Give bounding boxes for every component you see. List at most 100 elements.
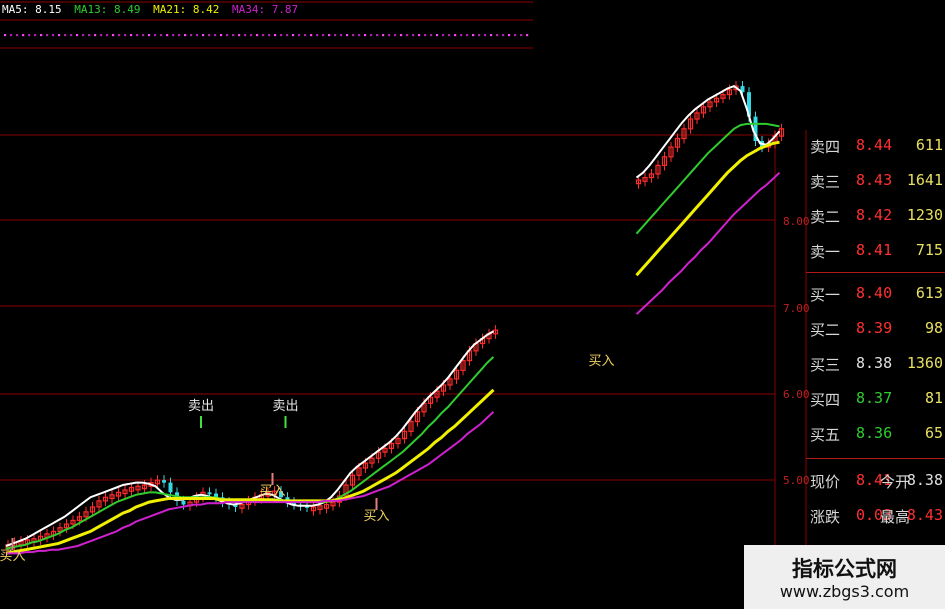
sell-row: 卖三 8.43 1641 xyxy=(806,171,945,193)
buy-volume: 65 xyxy=(924,424,943,442)
signal-markers: 买入卖出 卖出买入买入买入 xyxy=(0,354,615,564)
ma-dot xyxy=(526,34,529,37)
ma-dot xyxy=(208,34,211,37)
stat-label: 涨跌 xyxy=(810,508,841,526)
ma-dot xyxy=(352,34,355,37)
ma-dot xyxy=(334,34,337,37)
candle-body xyxy=(207,492,212,495)
sell-price: 8.44 xyxy=(856,136,893,154)
ma-dot xyxy=(118,34,121,37)
ma-dot xyxy=(172,34,175,37)
sell-row: 卖一 8.41 715 xyxy=(806,241,945,263)
ma-dot xyxy=(466,34,469,37)
ma-dot xyxy=(82,34,85,37)
stat-row: 涨跌 0.03 最高 8.43 xyxy=(806,506,945,528)
ma-dot xyxy=(256,34,259,37)
ma-dot xyxy=(418,34,421,37)
sell-price: 8.41 xyxy=(856,241,893,259)
ma-dot xyxy=(340,34,343,37)
ma-dot xyxy=(148,34,151,37)
ma-dot xyxy=(10,34,13,37)
ma-dot xyxy=(400,34,403,37)
buy-volume: 81 xyxy=(924,389,943,407)
ma-dot xyxy=(292,34,295,37)
ma-dot xyxy=(304,34,307,37)
ma-dot xyxy=(268,34,271,37)
ma-dot xyxy=(100,34,103,37)
buy-volume: 613 xyxy=(915,284,943,302)
ma-lines xyxy=(5,84,781,555)
signal-label: 卖出 xyxy=(272,399,298,414)
sell-volume: 1230 xyxy=(906,206,943,224)
ma-dot xyxy=(34,34,37,37)
buy-price: 8.37 xyxy=(856,389,893,407)
watermark-url: www.zbgs3.com xyxy=(779,582,910,601)
ma-dot xyxy=(460,34,463,37)
ma-dot xyxy=(376,34,379,37)
ma-dot xyxy=(382,34,385,37)
ma-dot xyxy=(262,34,265,37)
sell-price: 8.43 xyxy=(856,171,893,189)
ma-dot xyxy=(28,34,31,37)
order-book-panel: 卖四 8.44 611 卖三 8.43 1641 卖二 8.42 1230 卖一… xyxy=(806,132,945,572)
buy-label: 买五 xyxy=(810,426,841,444)
sell-volume: 611 xyxy=(915,136,943,154)
ma-dot xyxy=(94,34,97,37)
buy-label: 买一 xyxy=(810,286,841,304)
ma-dot xyxy=(166,34,169,37)
sell-label: 卖一 xyxy=(810,243,841,261)
ma-dot xyxy=(64,34,67,37)
stat-value-2: 8.43 xyxy=(906,506,943,524)
ma-dot xyxy=(4,34,7,37)
ma-dot xyxy=(508,34,511,37)
stat-row: 现价 8.41 今开 8.38 xyxy=(806,471,945,493)
candle-body xyxy=(181,500,186,505)
ma21-label: MA21: 8.42 xyxy=(153,3,220,16)
ma-dot xyxy=(244,34,247,37)
ma34-label: MA34: 7.87 xyxy=(231,3,299,16)
ma-dot xyxy=(184,34,187,37)
ma-dot xyxy=(142,34,145,37)
buy-row: 买五 8.36 65 xyxy=(806,424,945,446)
ma-dot xyxy=(424,34,427,37)
ma-legend: MA5: 8.15 MA13: 8.49 MA21: 8.42 MA34: 7.… xyxy=(2,3,304,17)
ma-dot xyxy=(52,34,55,37)
ma-dot xyxy=(22,34,25,37)
ma-dot xyxy=(520,34,523,37)
buy-volume: 1360 xyxy=(906,354,943,372)
ma-dot xyxy=(322,34,325,37)
ma-dot xyxy=(76,34,79,37)
ma-dot xyxy=(238,34,241,37)
sell-price: 8.42 xyxy=(856,206,893,224)
ma-dot xyxy=(346,34,349,37)
ma-dot xyxy=(202,34,205,37)
ma-dot xyxy=(454,34,457,37)
buy-row: 买四 8.37 81 xyxy=(806,389,945,411)
ma-line-ma34 xyxy=(6,411,495,555)
ma-dot xyxy=(70,34,73,37)
ma-dot xyxy=(310,34,313,37)
ma-dots-row xyxy=(4,34,529,37)
buy-row: 买一 8.40 613 xyxy=(806,284,945,306)
ma-dot xyxy=(88,34,91,37)
ma-dot xyxy=(46,34,49,37)
book-divider xyxy=(806,272,945,273)
ma-dot xyxy=(442,34,445,37)
ma-dot xyxy=(196,34,199,37)
ma-dot xyxy=(436,34,439,37)
sell-volume: 715 xyxy=(915,241,943,259)
watermark-badge: 指标公式网 www.zbgs3.com xyxy=(744,545,945,609)
ma-dot xyxy=(472,34,475,37)
signal-label: 买入 xyxy=(0,549,26,564)
candle-body xyxy=(168,482,173,493)
ma-dot xyxy=(274,34,277,37)
ma-dot xyxy=(328,34,331,37)
stat-label-2: 最高 xyxy=(880,508,911,526)
sell-label: 卖四 xyxy=(810,138,841,156)
ma-dot xyxy=(484,34,487,37)
ma-dot xyxy=(16,34,19,37)
sell-row: 卖四 8.44 611 xyxy=(806,136,945,158)
ma-dot xyxy=(250,34,253,37)
sell-label: 卖二 xyxy=(810,208,841,226)
ma-dot xyxy=(406,34,409,37)
